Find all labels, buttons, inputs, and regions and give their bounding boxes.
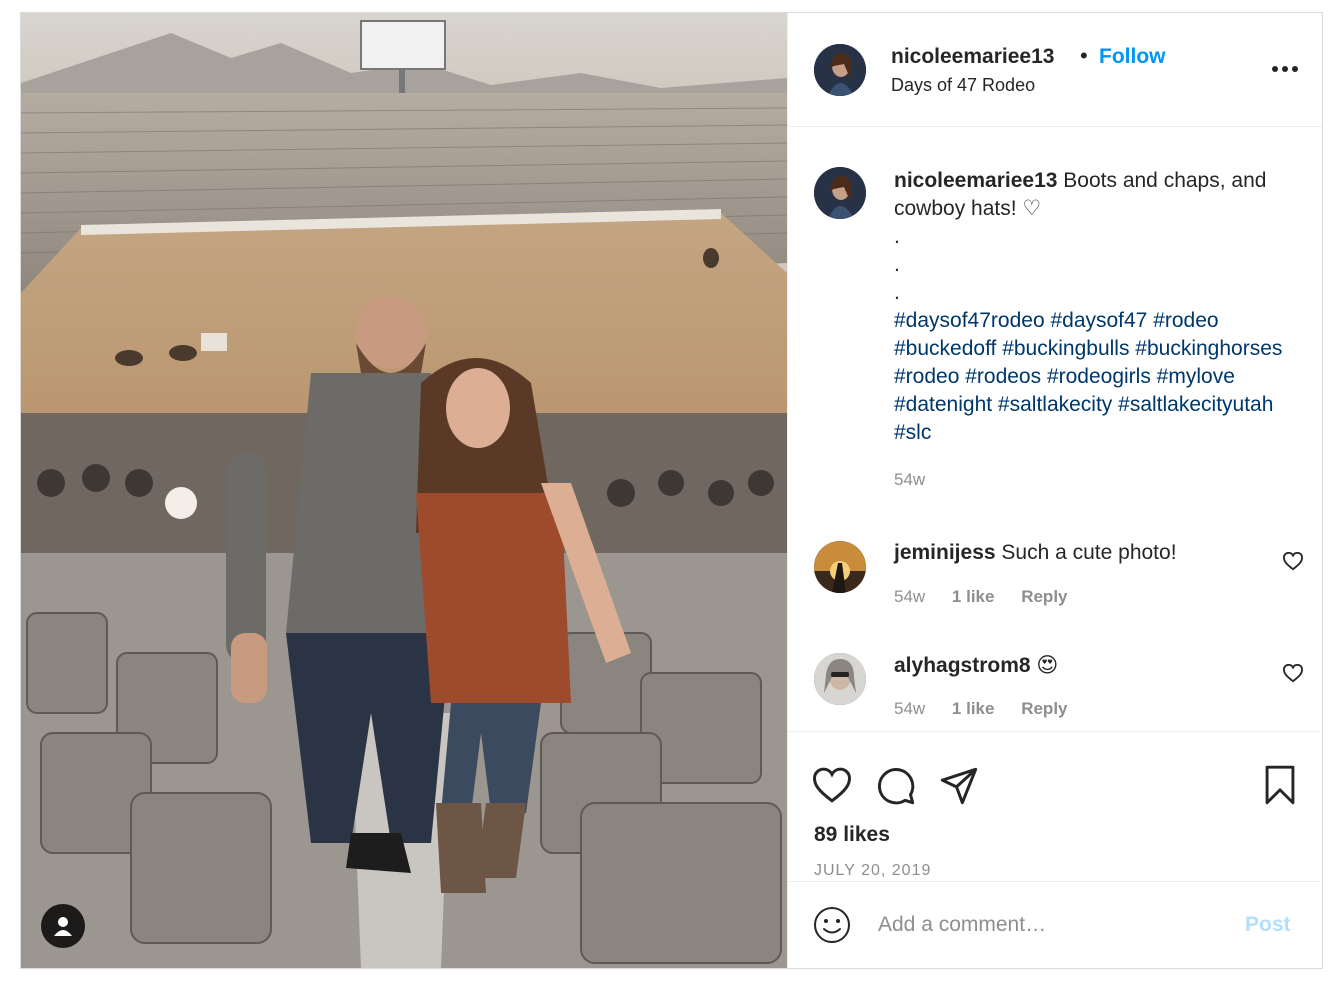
comment-input[interactable]: [876, 904, 1220, 946]
follow-button[interactable]: Follow: [1099, 45, 1166, 69]
post-actions: 89 likes JULY 20, 2019: [788, 731, 1321, 881]
comment-meta: 54w 1 like Reply: [894, 699, 1090, 719]
comment-username[interactable]: jeminijess: [894, 541, 996, 564]
post-username[interactable]: nicoleemariee13: [891, 45, 1054, 69]
heart-icon[interactable]: [1282, 663, 1304, 683]
comment-username[interactable]: alyhagstrom8: [894, 654, 1031, 677]
post-header: nicoleemariee13 • Follow Days of 47 Rode…: [788, 13, 1322, 127]
caption-dot: .: [894, 225, 900, 248]
avatar[interactable]: [814, 653, 866, 705]
tagged-user-button[interactable]: [41, 904, 85, 948]
rodeo-photo-image: [21, 13, 787, 968]
post-location[interactable]: Days of 47 Rodeo: [891, 75, 1035, 96]
heart-icon[interactable]: [812, 766, 852, 804]
heart-icon[interactable]: [1282, 551, 1304, 571]
comments-section: nicoleemariee13 Boots and chaps, and cow…: [788, 127, 1321, 731]
emoji-icon[interactable]: [812, 905, 852, 945]
comment-time[interactable]: 54w: [894, 587, 925, 606]
comment-time[interactable]: 54w: [894, 699, 925, 718]
comment-likes[interactable]: 1 like: [952, 699, 995, 718]
avatar-image: [814, 44, 866, 96]
post-date[interactable]: JULY 20, 2019: [814, 862, 931, 880]
bookmark-icon[interactable]: [1260, 764, 1300, 806]
caption-hashtags[interactable]: #daysof47rodeo #daysof47 #rodeo #buckedo…: [894, 309, 1282, 444]
post-photo[interactable]: [21, 13, 787, 968]
add-comment-bar: Post: [788, 881, 1321, 968]
avatar[interactable]: [814, 541, 866, 593]
caption-timestamp[interactable]: 54w: [894, 470, 925, 490]
caption-avatar[interactable]: [814, 167, 866, 219]
user-icon: [54, 917, 72, 936]
caption-dot: .: [894, 253, 900, 276]
caption-dot: .: [894, 281, 900, 304]
comment-item: jeminijess Such a cute photo! 54w 1 like…: [788, 541, 1321, 641]
comment-icon[interactable]: [876, 766, 916, 806]
post-caption: nicoleemariee13 Boots and chaps, and cow…: [894, 167, 1294, 447]
post-comment-button[interactable]: Post: [1245, 913, 1291, 937]
comment-likes[interactable]: 1 like: [952, 587, 995, 606]
instagram-post: nicoleemariee13 • Follow Days of 47 Rode…: [20, 12, 1323, 969]
comment-text: 😍: [1036, 654, 1059, 677]
reply-button[interactable]: Reply: [1021, 699, 1067, 718]
more-horizontal-icon[interactable]: [1270, 61, 1300, 77]
comment-meta: 54w 1 like Reply: [894, 587, 1090, 607]
separator-dot: •: [1080, 43, 1088, 68]
share-icon[interactable]: [939, 766, 979, 806]
caption-username[interactable]: nicoleemariee13: [894, 169, 1057, 192]
comment-text: Such a cute photo!: [1001, 541, 1177, 564]
comment-body: alyhagstrom8 😍: [894, 653, 1058, 678]
avatar-image: [814, 167, 866, 219]
avatar[interactable]: [814, 44, 866, 96]
reply-button[interactable]: Reply: [1021, 587, 1067, 606]
avatar-image: [814, 541, 866, 593]
comment-body: jeminijess Such a cute photo!: [894, 541, 1177, 565]
likes-count[interactable]: 89 likes: [814, 823, 890, 847]
avatar-image: [814, 653, 866, 705]
post-sidebar: nicoleemariee13 • Follow Days of 47 Rode…: [787, 13, 1322, 968]
